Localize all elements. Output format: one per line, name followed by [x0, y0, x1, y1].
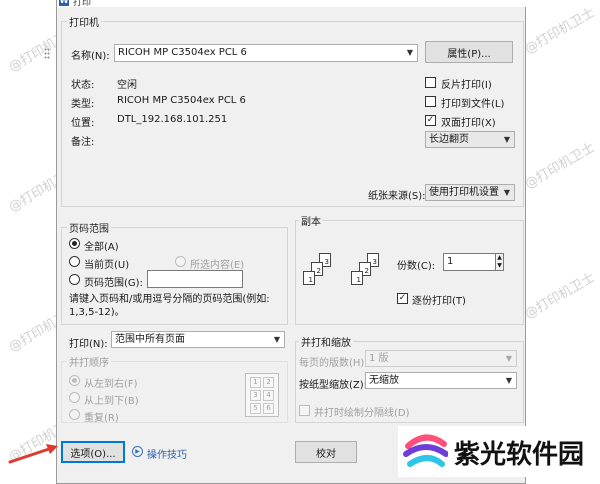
- selection-radio: [175, 256, 186, 267]
- grid-cell: 4: [263, 390, 274, 401]
- duplex-print-checkbox[interactable]: ✓: [425, 115, 436, 126]
- left-to-right-radio: [69, 375, 80, 386]
- pages-per-sheet-select: 1 版 ▼: [365, 350, 517, 367]
- pages-per-sheet-value: 1 版: [369, 353, 389, 364]
- duplex-mode-select[interactable]: 长边翻页 ▼: [425, 131, 515, 148]
- print-what-value: 范围中所有页面: [115, 334, 185, 345]
- paper-source-value: 使用打印机设置: [429, 187, 499, 198]
- location-value: DTL_192.168.101.251: [117, 114, 228, 125]
- tips-icon[interactable]: ▶: [132, 446, 143, 457]
- drag-handle-icon[interactable]: [44, 48, 50, 60]
- paper-source-select[interactable]: 使用打印机设置 ▼: [425, 184, 515, 201]
- chevron-down-icon: ▼: [503, 188, 510, 197]
- print-what-label: 打印(N):: [69, 339, 108, 350]
- chevron-down-icon: ▼: [406, 48, 413, 57]
- grid-cell: 2: [263, 377, 274, 388]
- printer-properties-button[interactable]: 属性(P)...: [425, 41, 513, 63]
- pages-per-sheet-label: 每页的版数(H):: [299, 358, 368, 369]
- copies-group-label: 副本: [299, 213, 323, 228]
- annotation-arrow-icon: [8, 440, 60, 466]
- page-range-group-label: 页码范围: [67, 220, 111, 235]
- repeat-label: 重复(R): [84, 413, 119, 424]
- all-pages-label[interactable]: 全部(A): [84, 238, 119, 253]
- options-button[interactable]: 选项(O)...: [61, 441, 125, 463]
- chevron-down-icon: ▼: [505, 354, 512, 363]
- location-label: 位置:: [71, 118, 95, 129]
- page-range-radio[interactable]: [69, 274, 80, 285]
- current-page-radio[interactable]: [69, 256, 80, 267]
- scale-select[interactable]: 无缩放 ▼: [365, 372, 517, 389]
- print-order-preview-icon: 1 2 3 4 5 6: [245, 373, 279, 417]
- duplex-mode-value: 长边翻页: [429, 134, 469, 145]
- grid-cell: 5: [250, 403, 261, 414]
- stepper-down-icon[interactable]: ▼: [496, 262, 503, 270]
- selection-label: 所选内容(E): [190, 260, 245, 271]
- grid-cell: 1: [250, 377, 261, 388]
- print-what-select[interactable]: 范围中所有页面 ▼: [111, 331, 285, 348]
- current-page-label[interactable]: 当前页(U): [84, 256, 129, 271]
- copies-count-input[interactable]: 1: [443, 253, 503, 271]
- printer-name-label: 名称(N):: [71, 51, 110, 62]
- copies-count-label: 份数(C):: [397, 261, 436, 272]
- word-app-icon: W: [59, 0, 69, 6]
- collate-label[interactable]: 逐份打印(T): [412, 292, 466, 307]
- brand-name: 紫光软件园: [454, 440, 585, 470]
- all-pages-radio[interactable]: [69, 238, 80, 249]
- reverse-print-checkbox[interactable]: [425, 77, 436, 88]
- type-value: RICOH MP C3504ex PCL 6: [117, 95, 246, 106]
- collate-checkbox[interactable]: ✓: [397, 293, 408, 304]
- watermark: @打印机卫士: [522, 270, 598, 323]
- type-label: 类型:: [71, 99, 95, 110]
- brand-logo: 紫光软件园: [398, 426, 600, 477]
- chevron-down-icon: ▼: [503, 135, 510, 144]
- copies-count-value: 1: [447, 256, 454, 267]
- collate-pages-icon: 3 2 1 3 2 1: [303, 253, 393, 297]
- watermark: @打印机卫士: [522, 140, 598, 193]
- page-range-input[interactable]: [147, 270, 243, 288]
- page-icon: 1: [351, 271, 363, 285]
- brand-swirl-icon: [403, 434, 448, 467]
- tips-link[interactable]: 操作技巧: [147, 446, 187, 461]
- page-range-label[interactable]: 页码范围(G):: [84, 274, 143, 289]
- print-to-file-checkbox[interactable]: [425, 96, 436, 107]
- chevron-down-icon: ▼: [273, 335, 280, 344]
- printer-name-select[interactable]: RICOH MP C3504ex PCL 6 ▼: [114, 44, 418, 62]
- status-label: 状态:: [71, 80, 95, 91]
- duplex-print-label[interactable]: 双面打印(X): [441, 114, 496, 129]
- status-value: 空闲: [117, 80, 137, 91]
- chevron-down-icon: ▼: [505, 376, 512, 385]
- zoom-group-label: 并打和缩放: [299, 334, 353, 349]
- scale-value: 无缩放: [369, 375, 399, 386]
- comment-label: 备注:: [71, 137, 95, 148]
- title-bar: W 打印: [57, 0, 527, 8]
- top-to-bottom-label: 从上到下(B): [84, 396, 139, 407]
- draw-borders-label: 并打时绘制分隔线(D): [314, 408, 410, 419]
- copies-stepper[interactable]: ▲ ▼: [495, 253, 504, 271]
- printer-group-label: 打印机: [67, 14, 101, 29]
- paper-source-label: 纸张来源(S):: [368, 191, 426, 202]
- draw-borders-checkbox: [299, 405, 310, 416]
- window-title: 打印: [73, 0, 92, 8]
- print-to-file-label[interactable]: 打印到文件(L): [441, 95, 504, 110]
- grid-cell: 6: [263, 403, 274, 414]
- reverse-print-label[interactable]: 反片打印(I): [441, 76, 492, 91]
- page-range-hint: 请键入页码和/或用逗号分隔的页码范围(例如: 1,3,5-12)。: [69, 294, 270, 318]
- grid-cell: 3: [250, 390, 261, 401]
- print-dialog: W 打印 打印机 名称(N): RICOH MP C3504ex PCL 6 ▼…: [56, 0, 527, 484]
- proofread-button[interactable]: 校对: [295, 441, 357, 463]
- top-to-bottom-radio: [69, 392, 80, 403]
- stepper-up-icon[interactable]: ▲: [496, 254, 503, 262]
- page-icon: 1: [303, 271, 315, 285]
- watermark: @打印机卫士: [522, 5, 598, 58]
- scale-label: 按纸型缩放(Z):: [299, 380, 368, 391]
- left-to-right-label: 从左到右(F): [84, 379, 138, 390]
- printer-name-value: RICOH MP C3504ex PCL 6: [118, 47, 247, 58]
- print-order-group-label: 并打顺序: [67, 354, 111, 369]
- repeat-radio: [69, 409, 80, 420]
